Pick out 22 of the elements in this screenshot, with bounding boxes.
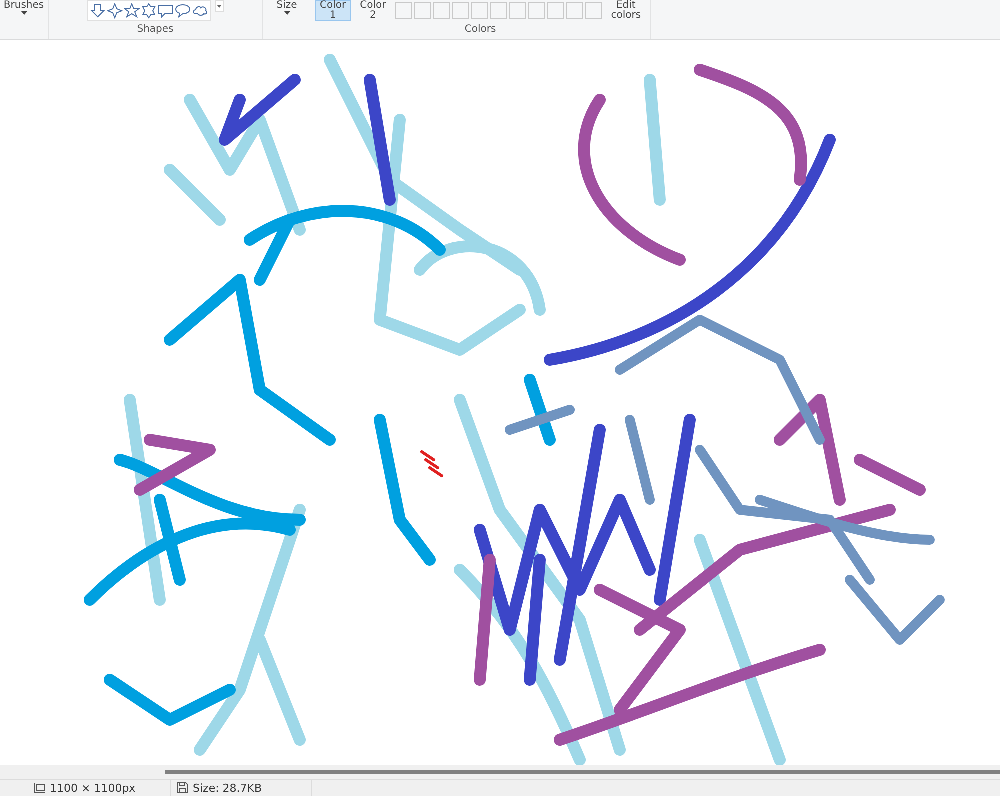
group-label: Shapes <box>137 24 174 36</box>
rectangle-callout-icon[interactable] <box>158 2 174 18</box>
group-label: Colors <box>464 24 496 36</box>
gallery-dropdown-icon[interactable] <box>215 0 224 12</box>
file-size: Size: 28.7KB <box>193 782 262 794</box>
brushes-button[interactable]: Brushes <box>0 0 50 21</box>
save-icon <box>177 782 189 794</box>
six-point-star-icon[interactable] <box>141 2 157 18</box>
arrow-down-icon[interactable] <box>90 2 106 18</box>
oval-callout-icon[interactable] <box>175 2 191 18</box>
four-point-star-icon[interactable] <box>107 2 123 18</box>
size-button[interactable]: Size <box>272 0 302 21</box>
shapes-gallery[interactable] <box>87 0 211 21</box>
caret-icon <box>20 11 28 16</box>
color-slot-button[interactable]: Color 2 <box>355 0 392 21</box>
caret-icon <box>284 11 290 16</box>
canvas-size-icon <box>34 782 46 794</box>
edit-colors-button[interactable]: Edit colors <box>606 0 646 21</box>
horizontal-scrollbar[interactable] <box>165 770 1000 774</box>
star-icon[interactable] <box>124 2 140 18</box>
color-slot-button[interactable]: Color 1 <box>315 0 352 21</box>
canvas-dimensions: 1100 × 1100px <box>50 782 136 794</box>
